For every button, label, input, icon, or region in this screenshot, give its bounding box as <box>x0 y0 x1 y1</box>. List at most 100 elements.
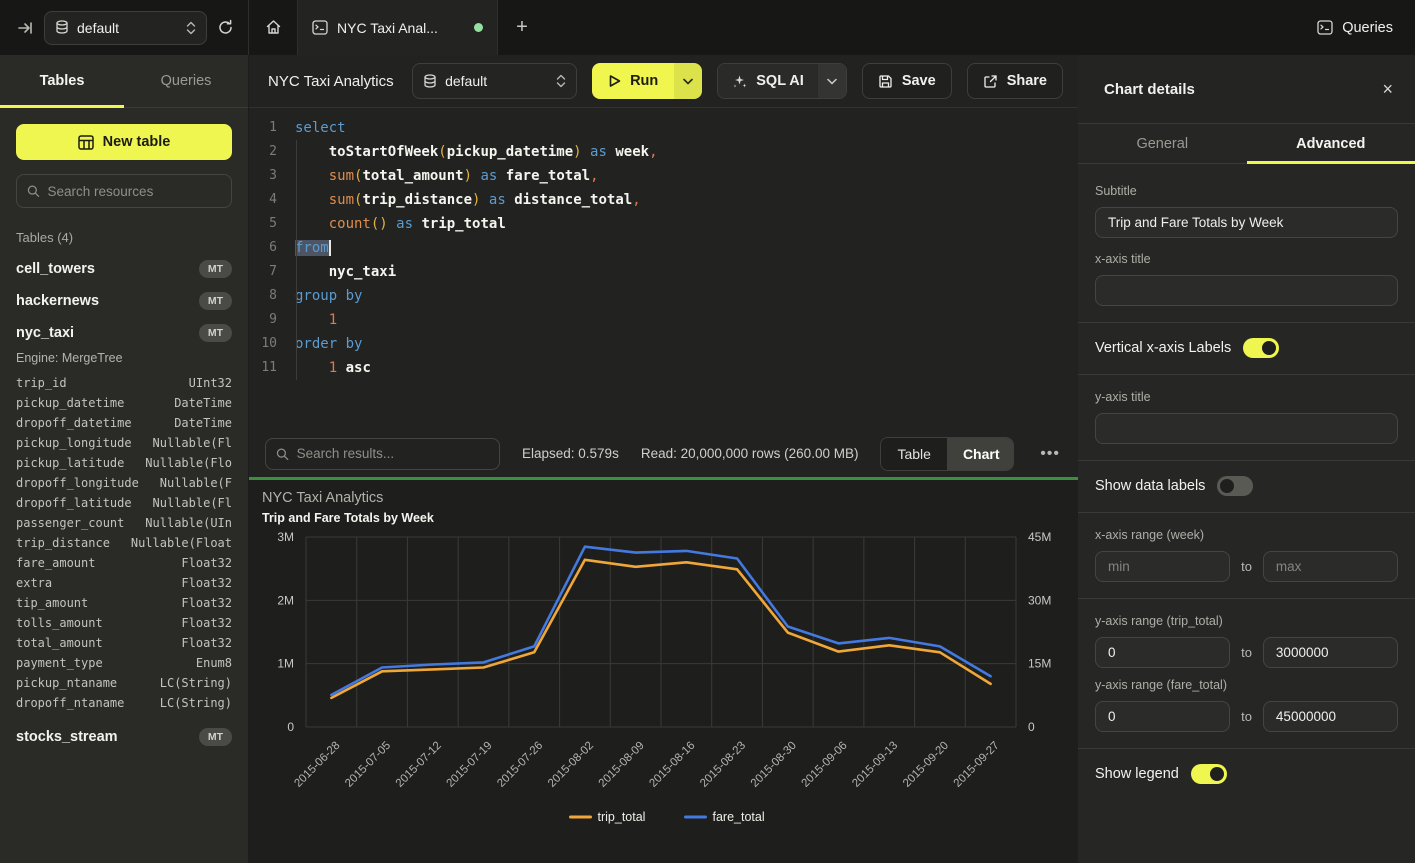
schema-column-row[interactable]: pickup_datetimeDateTime <box>16 393 232 413</box>
schema-column-row[interactable]: extraFloat32 <box>16 573 232 593</box>
y-range-trip-min-input[interactable] <box>1095 637 1230 668</box>
y-range-fare-max-input[interactable] <box>1263 701 1398 732</box>
schema-column-row[interactable]: dropoff_longitudeNullable(F <box>16 473 232 493</box>
code-line[interactable]: 6from <box>249 236 1078 260</box>
show-legend-toggle[interactable] <box>1191 764 1227 784</box>
schema-column-row[interactable]: dropoff_ntanameLC(String) <box>16 693 232 713</box>
search-results-input[interactable] <box>297 446 489 461</box>
sql-ai-button[interactable]: SQL AI <box>718 64 818 98</box>
sql-ai-options-button[interactable] <box>818 64 846 98</box>
close-panel-button[interactable]: × <box>1382 79 1393 100</box>
search-icon <box>276 447 289 461</box>
table-item-cell-towers[interactable]: cell_towers MT <box>16 253 232 285</box>
schema-column-row[interactable]: pickup_latitudeNullable(Flo <box>16 453 232 473</box>
code-line[interactable]: 7 nyc_taxi <box>249 260 1078 284</box>
elapsed-time: Elapsed: 0.579s <box>522 446 619 461</box>
view-chart-button[interactable]: Chart <box>947 438 1014 470</box>
column-name: dropoff_ntaname <box>16 693 124 713</box>
y-axis-title-input[interactable] <box>1095 413 1398 444</box>
query-database-selector[interactable]: default <box>412 63 577 99</box>
column-name: dropoff_latitude <box>16 493 132 513</box>
tab-queries[interactable]: Queries <box>124 55 248 107</box>
view-table-button[interactable]: Table <box>881 438 946 470</box>
code-text: order by <box>295 332 362 356</box>
schema-column-row[interactable]: tolls_amountFloat32 <box>16 613 232 633</box>
column-name: extra <box>16 573 52 593</box>
engine-badge: MT <box>199 292 232 310</box>
schema-column-row[interactable]: trip_distanceNullable(Float <box>16 533 232 553</box>
column-name: pickup_ntaname <box>16 673 117 693</box>
code-line[interactable]: 10 order by <box>249 332 1078 356</box>
column-name: total_amount <box>16 633 103 653</box>
run-label: Run <box>630 73 658 89</box>
home-button[interactable] <box>249 0 298 55</box>
x-range-min-input[interactable] <box>1095 551 1230 582</box>
run-options-button[interactable] <box>674 63 702 99</box>
rows-read: Read: 20,000,000 rows (260.00 MB) <box>641 446 859 461</box>
more-options-button[interactable]: ••• <box>1036 445 1064 463</box>
line-number: 10 <box>249 332 277 356</box>
top-bar: default NYC Taxi Anal... + Queries <box>0 0 1415 55</box>
sql-editor[interactable]: 1select2 toStartOfWeek(pickup_datetime) … <box>249 108 1078 430</box>
svg-text:2015-09-20: 2015-09-20 <box>901 740 951 790</box>
y-range-trip-max-input[interactable] <box>1263 637 1398 668</box>
code-line[interactable]: 5 count() as trip_total <box>249 212 1078 236</box>
line-chart[interactable]: 001M15M2M30M3M45M2015-06-282015-07-05201… <box>249 528 1078 863</box>
column-type: DateTime <box>174 413 232 433</box>
run-button[interactable]: Run <box>592 63 674 99</box>
save-button[interactable]: Save <box>862 63 952 99</box>
code-line[interactable]: 2 toStartOfWeek(pickup_datetime) as week… <box>249 140 1078 164</box>
schema-column-row[interactable]: passenger_countNullable(UIn <box>16 513 232 533</box>
code-line[interactable]: 11 1 asc <box>249 356 1078 380</box>
code-line[interactable]: 8group by <box>249 284 1078 308</box>
schema-column-row[interactable]: pickup_ntanameLC(String) <box>16 673 232 693</box>
schema-column-row[interactable]: total_amountFloat32 <box>16 633 232 653</box>
svg-text:2015-09-27: 2015-09-27 <box>952 740 1002 790</box>
schema-column-row[interactable]: tip_amountFloat32 <box>16 593 232 613</box>
code-line[interactable]: 3 sum(total_amount) as fare_total, <box>249 164 1078 188</box>
queries-button[interactable]: Queries <box>1317 20 1393 36</box>
line-number: 6 <box>249 236 277 260</box>
table-item-stocks-stream[interactable]: stocks_stream MT <box>16 721 232 753</box>
search-resources-input[interactable] <box>48 184 221 199</box>
table-item-hackernews[interactable]: hackernews MT <box>16 285 232 317</box>
subtitle-input[interactable] <box>1095 207 1398 238</box>
tab-general[interactable]: General <box>1078 124 1247 163</box>
tab-tables[interactable]: Tables <box>0 55 124 107</box>
refresh-button[interactable] <box>217 19 234 36</box>
x-range-max-input[interactable] <box>1263 551 1398 582</box>
schema-column-row[interactable]: dropoff_datetimeDateTime <box>16 413 232 433</box>
panel-body: Subtitle x-axis title Vertical x-axis La… <box>1078 164 1415 863</box>
show-data-labels-label: Show data labels <box>1095 478 1205 494</box>
show-data-labels-toggle[interactable] <box>1217 476 1253 496</box>
y-range-fare-min-input[interactable] <box>1095 701 1230 732</box>
schema-column-row[interactable]: pickup_longitudeNullable(Fl <box>16 433 232 453</box>
chart-details-panel: Chart details × General Advanced Subtitl… <box>1078 55 1415 863</box>
new-tab-button[interactable]: + <box>498 0 546 55</box>
schema-column-row[interactable]: payment_typeEnum8 <box>16 653 232 673</box>
line-number: 5 <box>249 212 277 236</box>
svg-text:2015-09-06: 2015-09-06 <box>800 740 850 790</box>
vertical-x-axis-labels-toggle[interactable] <box>1243 338 1279 358</box>
sidebar-tabs: Tables Queries <box>0 55 248 108</box>
schema-column-row[interactable]: dropoff_latitudeNullable(Fl <box>16 493 232 513</box>
schema-column-row[interactable]: trip_idUInt32 <box>16 373 232 393</box>
tab-nyc-taxi-analytics[interactable]: NYC Taxi Anal... <box>298 0 498 55</box>
section-divider <box>1078 512 1415 513</box>
column-type: Float32 <box>181 613 232 633</box>
vertical-x-axis-labels-label: Vertical x-axis Labels <box>1095 340 1231 356</box>
collapse-sidebar-button[interactable] <box>18 20 34 36</box>
tab-title: NYC Taxi Anal... <box>337 20 438 36</box>
tab-advanced[interactable]: Advanced <box>1247 124 1415 163</box>
schema-column-row[interactable]: fare_amountFloat32 <box>16 553 232 573</box>
code-line[interactable]: 4 sum(trip_distance) as distance_total, <box>249 188 1078 212</box>
x-axis-title-input[interactable] <box>1095 275 1398 306</box>
code-line[interactable]: 9 1 <box>249 308 1078 332</box>
query-header: NYC Taxi Analytics default Run <box>249 55 1078 108</box>
new-table-button[interactable]: New table <box>16 124 232 160</box>
sidebar-database-selector[interactable]: default <box>44 11 207 45</box>
share-button[interactable]: Share <box>967 63 1063 99</box>
code-line[interactable]: 1select <box>249 116 1078 140</box>
table-item-nyc-taxi[interactable]: nyc_taxi MT <box>16 317 232 349</box>
x-axis-title-label: x-axis title <box>1095 252 1398 266</box>
